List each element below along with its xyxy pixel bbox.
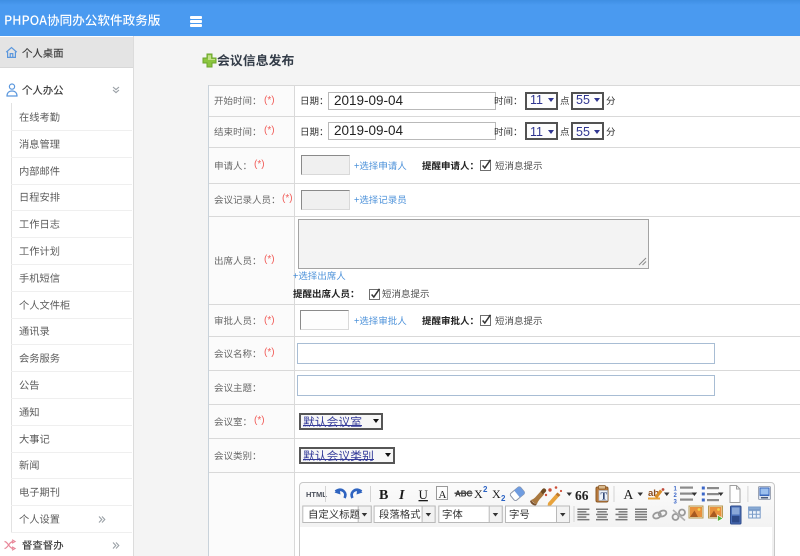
svg-text:2: 2: [501, 494, 506, 503]
svg-text:A: A: [624, 487, 634, 502]
svg-text:2: 2: [674, 493, 678, 499]
svg-text:T: T: [601, 491, 608, 502]
svg-text:B: B: [379, 488, 388, 503]
svg-text:66: 66: [575, 488, 589, 503]
svg-text:X: X: [492, 487, 501, 501]
svg-text:X: X: [474, 487, 483, 501]
svg-text:2: 2: [483, 485, 488, 494]
svg-text:U: U: [419, 487, 429, 502]
svg-text:I: I: [398, 488, 405, 503]
svg-text:3: 3: [674, 499, 678, 505]
svg-text:A: A: [439, 489, 447, 501]
svg-text:ABC: ABC: [455, 489, 473, 498]
svg-text:HTML: HTML: [306, 490, 327, 499]
svg-text:1: 1: [674, 486, 678, 492]
